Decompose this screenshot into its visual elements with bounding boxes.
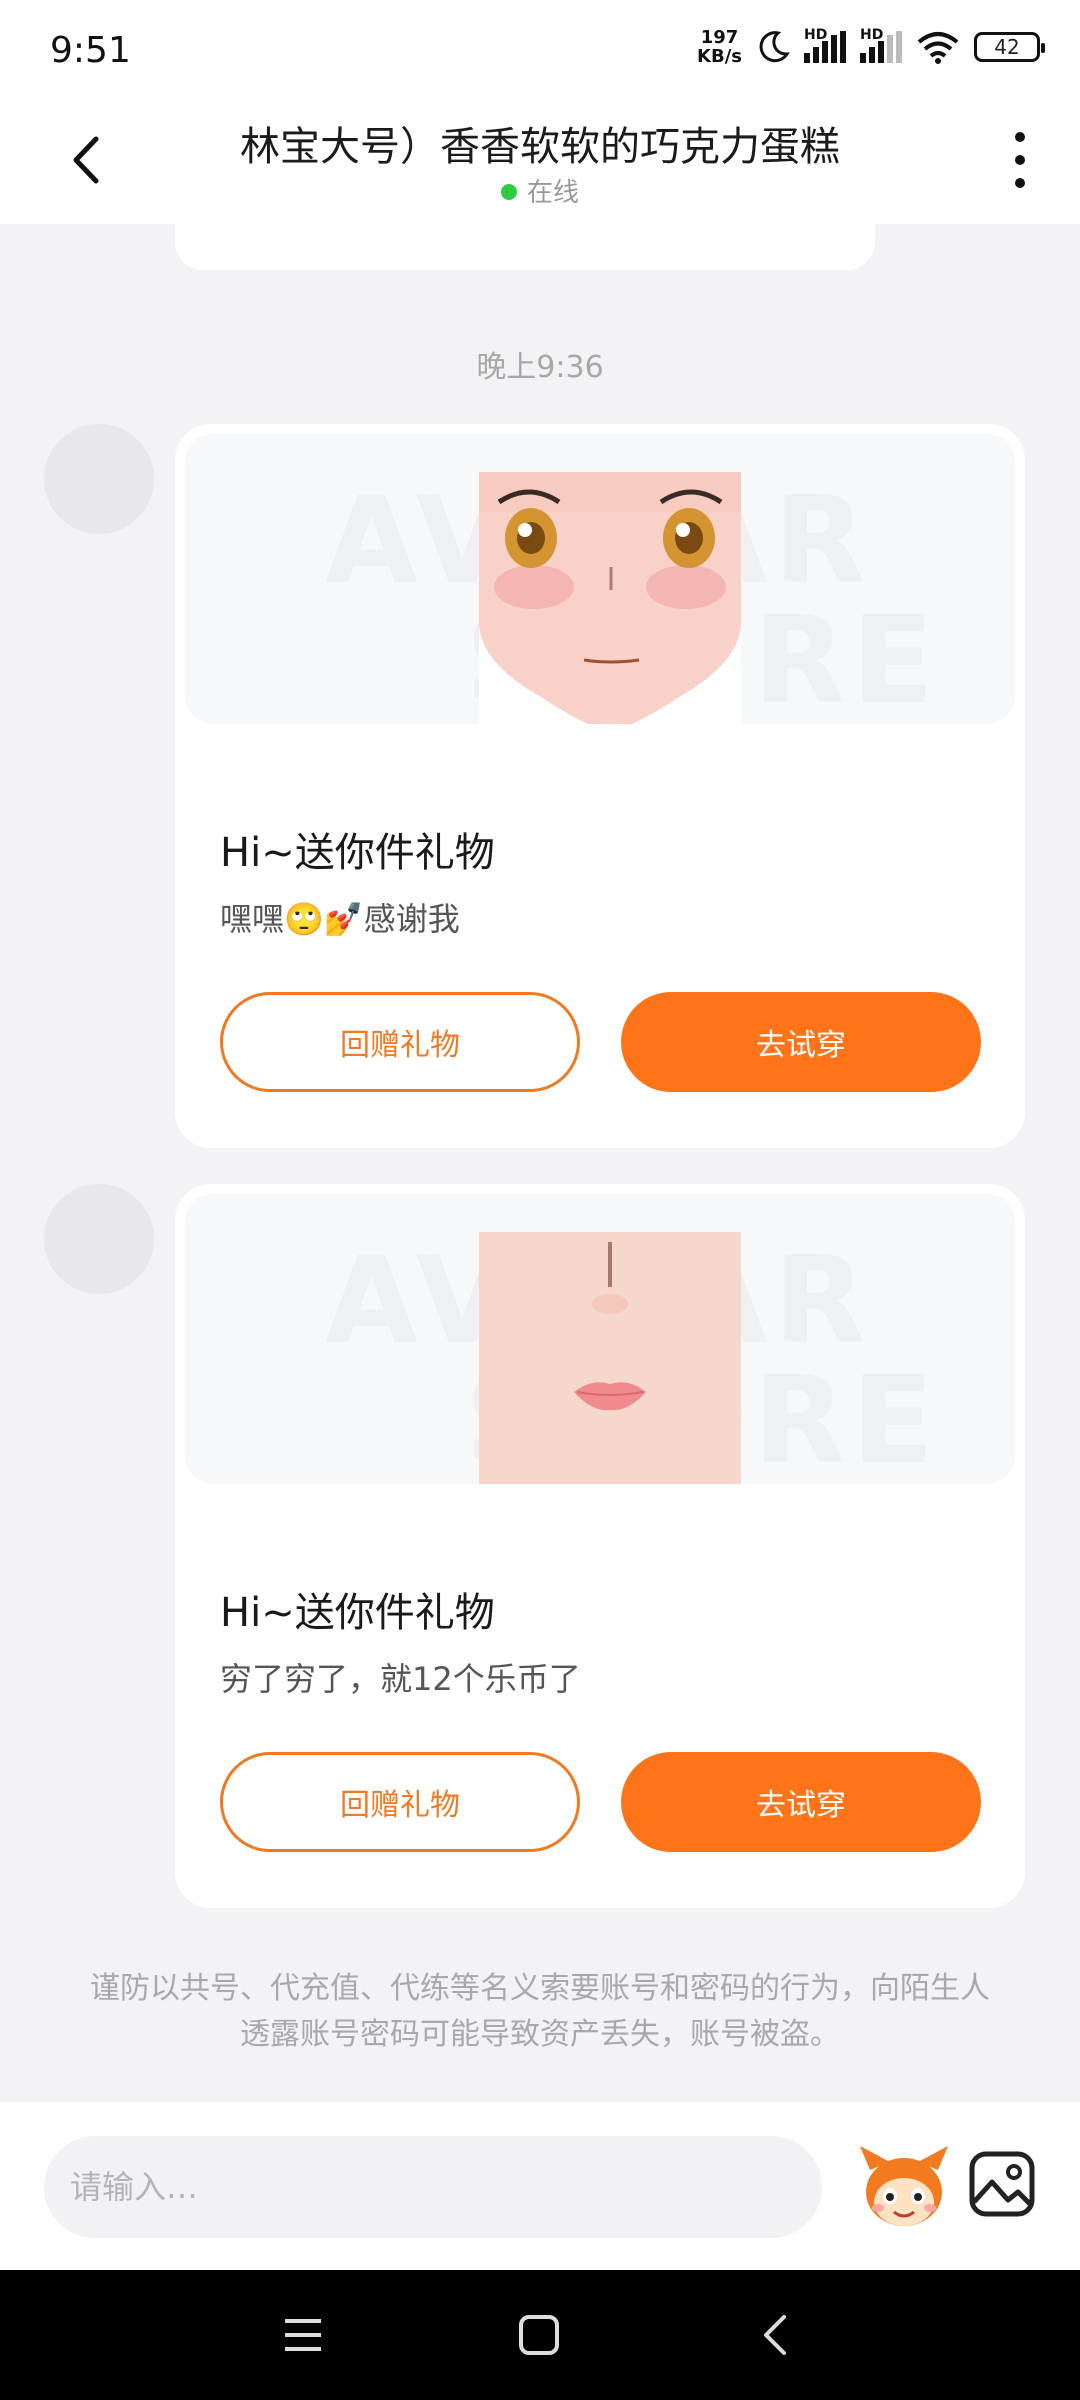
face-item-image [479,472,741,724]
mascot-emoji-icon [860,2146,948,2226]
security-notice: 谨防以共号、代充值、代练等名义索要账号和密码的行为，向陌生人透露账号密码可能导致… [90,1971,990,2052]
signal-icon-1: HD [804,27,846,63]
system-nav-bar [0,2270,1080,2400]
status-bar: 9:51 197 KB/s HD HD 42 [0,0,1080,100]
gift-message-card: AVATAR STORE Hi~送你件礼物 穷了穷了，就12个乐币了 回赠礼物 … [175,1184,1025,1908]
wifi-icon [917,32,959,64]
status-time: 9:51 [50,30,131,71]
menu-nav-button[interactable] [268,2300,338,2370]
try-on-button[interactable]: 去试穿 [621,992,981,1092]
online-dot-icon [500,183,517,200]
home-nav-button[interactable] [504,2300,574,2370]
online-status: 在线 [0,172,1080,209]
mouth-item-image [479,1232,741,1484]
sender-avatar[interactable] [44,424,154,534]
gift-message-text: 穷了穷了，就12个乐币了 [220,1660,581,1698]
back-triangle-icon [764,2315,786,2355]
gift-title: Hi~送你件礼物 [220,830,495,876]
network-speed: 197 KB/s [697,27,742,67]
battery-icon: 42 [974,32,1045,62]
message-input[interactable] [44,2136,822,2238]
sender-avatar[interactable] [44,1184,154,1294]
return-gift-button[interactable]: 回赠礼物 [220,992,580,1092]
gift-image-area[interactable]: AVATAR STORE [185,1194,1015,1484]
previous-message-card [175,224,875,270]
input-bar [0,2102,1080,2270]
more-vertical-icon [1015,132,1025,142]
home-square-icon [519,2315,559,2355]
try-on-button[interactable]: 去试穿 [621,1752,981,1852]
image-button[interactable] [966,2148,1038,2220]
online-status-text: 在线 [526,178,579,208]
moon-icon [759,31,790,63]
status-icons: 197 KB/s HD HD 42 [697,27,1045,67]
emoji-button[interactable] [856,2140,952,2236]
signal-icon-2: HD [860,27,902,63]
gift-message-text: 嘿嘿🙄💅感谢我 [220,900,460,938]
chat-title: 林宝大号）香香软软的巧克力蛋糕 [240,124,840,170]
message-timestamp: 晚上9:36 [476,350,604,385]
chat-header: 林宝大号）香香软软的巧克力蛋糕 在线 [0,100,1080,224]
gift-image-area[interactable]: AVATAR STORE [185,434,1015,724]
image-icon [969,2151,1035,2217]
menu-icon [285,2319,321,2351]
return-gift-button[interactable]: 回赠礼物 [220,1752,580,1852]
gift-message-card: AVATAR STORE Hi~送你件礼物 嘿嘿🙄💅感谢我 回赠礼物 去试穿 [175,424,1025,1148]
more-options-button[interactable] [1012,132,1028,188]
back-nav-button[interactable] [740,2300,810,2370]
gift-title: Hi~送你件礼物 [220,1590,495,1636]
